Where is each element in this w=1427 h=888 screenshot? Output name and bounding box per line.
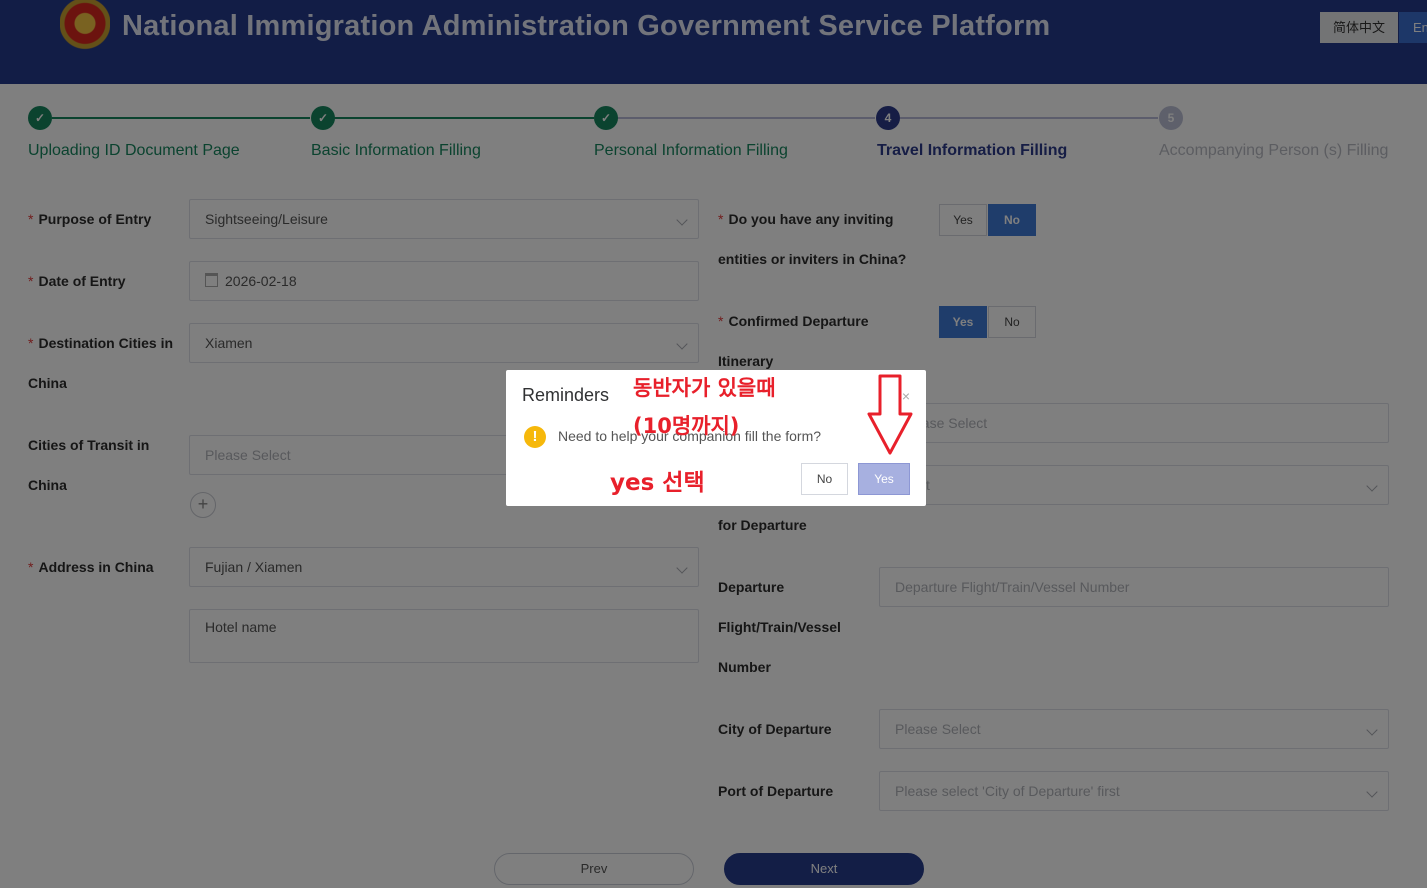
dialog-no-button[interactable]: No <box>801 463 848 495</box>
dialog-yes-button[interactable]: Yes <box>858 463 910 495</box>
annotation-limit-note: (10명까지) <box>633 414 740 438</box>
annotation-select-yes-note: yes 선택 <box>610 470 705 496</box>
red-arrow-down-icon <box>867 374 913 455</box>
annotation-companion-note: 동반자가 있을때 <box>633 376 776 400</box>
dialog-title: Reminders <box>522 385 610 405</box>
warning-icon: ! <box>524 426 546 448</box>
